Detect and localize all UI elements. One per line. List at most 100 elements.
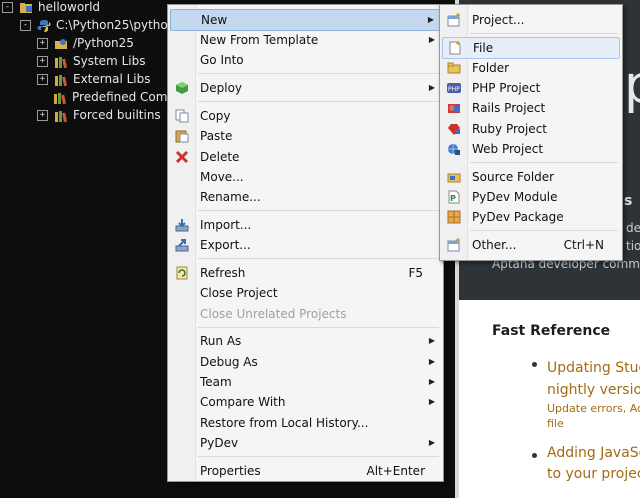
menu-item-pydev[interactable]: PyDev ▶	[170, 433, 441, 453]
submenu-item-ruby-project[interactable]: Ruby Project	[442, 119, 620, 139]
menu-item-team[interactable]: Team ▶	[170, 372, 441, 392]
copy-icon	[175, 109, 189, 123]
menu-item-label: Move...	[200, 170, 244, 184]
folder-icon	[447, 61, 461, 75]
other-wizard-icon	[447, 238, 461, 252]
menu-item-close-project[interactable]: Close Project	[170, 283, 441, 303]
menu-item-paste[interactable]: Paste	[170, 126, 441, 146]
menu-item-label: Ruby Project	[472, 122, 547, 136]
bullet-icon	[532, 453, 537, 458]
menu-item-label: Close Project	[200, 286, 278, 300]
menu-item-compare-with[interactable]: Compare With ▶	[170, 392, 441, 412]
submenu-arrow-icon: ▶	[428, 397, 435, 406]
submenu-arrow-icon: ▶	[428, 377, 435, 386]
welcome-fragment: der	[626, 221, 640, 235]
collapse-icon[interactable]: -	[2, 2, 13, 13]
menu-item-debug-as[interactable]: Debug As ▶	[170, 352, 441, 372]
deploy-icon	[175, 81, 189, 95]
expand-icon[interactable]: +	[37, 38, 48, 49]
new-project-icon	[447, 13, 461, 27]
submenu-item-project[interactable]: Project...	[442, 10, 620, 30]
menu-separator	[470, 230, 618, 231]
submenu-item-folder[interactable]: Folder	[442, 58, 620, 78]
menu-item-restore-local-history[interactable]: Restore from Local History...	[170, 413, 441, 433]
menu-separator	[198, 327, 439, 328]
svg-text:P: P	[450, 194, 456, 203]
tree-item-system-libs[interactable]: + System Libs	[37, 52, 145, 70]
expand-icon[interactable]: +	[37, 74, 48, 85]
tree-item-forced-builtins[interactable]: + Forced builtins	[37, 106, 161, 124]
rails-project-icon	[447, 101, 461, 115]
pydev-package-icon	[447, 210, 461, 224]
menu-item-run-as[interactable]: Run As ▶	[170, 331, 441, 351]
menu-item-shortcut: Alt+Enter	[366, 464, 425, 478]
expand-icon[interactable]: +	[37, 56, 48, 67]
menu-item-import[interactable]: Import...	[170, 215, 441, 235]
menu-item-move[interactable]: Move...	[170, 167, 441, 187]
menu-separator	[470, 162, 618, 163]
link-to-your-project[interactable]: to your projec	[547, 466, 640, 482]
menu-item-properties[interactable]: Properties Alt+Enter	[170, 461, 441, 481]
export-icon	[175, 238, 189, 252]
submenu-item-pydev-package[interactable]: PyDev Package	[442, 207, 620, 227]
expand-icon[interactable]: +	[37, 110, 48, 121]
link-nightly-version[interactable]: nightly version	[547, 382, 640, 398]
menu-item-label: Team	[200, 375, 232, 389]
menu-item-go-into[interactable]: Go Into	[170, 50, 441, 70]
welcome-big-letter: p	[624, 55, 640, 115]
menu-item-refresh[interactable]: Refresh F5	[170, 263, 441, 283]
menu-item-label: Run As	[200, 334, 242, 348]
tree-item-predefined-completions[interactable]: Predefined Compl	[53, 88, 178, 106]
tree-item-label: Forced builtins	[73, 108, 161, 122]
menu-item-new-from-template[interactable]: New From Template ▶	[170, 30, 441, 50]
fast-reference-heading: Fast Reference	[492, 323, 611, 339]
menu-item-rename[interactable]: Rename...	[170, 187, 441, 207]
menu-separator	[198, 258, 439, 259]
menu-item-label: Web Project	[472, 142, 544, 156]
link-adding-javascript[interactable]: Adding JavaSc	[547, 445, 640, 461]
menu-item-delete[interactable]: Delete	[170, 147, 441, 167]
submenu-item-other[interactable]: Other... Ctrl+N	[442, 235, 620, 255]
ruby-project-icon	[447, 122, 461, 136]
tree-item-interpreter[interactable]: - C:\Python25\python.e	[20, 16, 187, 34]
submenu-item-file[interactable]: File	[442, 37, 620, 59]
source-folder-icon	[447, 170, 461, 184]
menu-item-label: Source Folder	[472, 170, 555, 184]
menu-item-label: Other...	[472, 238, 517, 252]
library-icon	[54, 55, 68, 69]
menu-item-export[interactable]: Export...	[170, 235, 441, 255]
menu-item-deploy[interactable]: Deploy ▶	[170, 78, 441, 98]
menu-separator	[198, 73, 439, 74]
tree-item-label: External Libs	[73, 72, 151, 86]
menu-item-label: Debug As	[200, 355, 258, 369]
menu-item-label: New From Template	[200, 33, 319, 47]
submenu-item-web-project[interactable]: Web Project	[442, 139, 620, 159]
file-icon	[448, 41, 462, 55]
tree-item-helloworld[interactable]: - helloworld	[2, 0, 100, 16]
menu-item-copy[interactable]: Copy	[170, 106, 441, 126]
context-menu: New ▶ New From Template ▶ Go Into Deploy…	[167, 4, 444, 482]
submenu-item-php-project[interactable]: PHP PHP Project	[442, 78, 620, 98]
menu-item-label: Delete	[200, 150, 240, 164]
submenu-item-source-folder[interactable]: Source Folder	[442, 167, 620, 187]
menu-item-label: Folder	[472, 61, 510, 75]
menu-item-new[interactable]: New ▶	[170, 9, 441, 31]
project-folder-icon	[19, 1, 33, 15]
welcome-fragment: tio	[626, 239, 640, 253]
submenu-item-rails-project[interactable]: Rails Project	[442, 98, 620, 118]
library-icon	[54, 109, 68, 123]
menu-item-label: New	[201, 13, 228, 27]
submenu-item-pydev-module[interactable]: P PyDev Module	[442, 187, 620, 207]
submenu-arrow-icon: ▶	[428, 336, 435, 345]
tree-item-python25[interactable]: + /Python25	[37, 34, 134, 52]
collapse-icon[interactable]: -	[20, 20, 31, 31]
tree-item-external-libs[interactable]: + External Libs	[37, 70, 151, 88]
delete-icon	[175, 150, 189, 164]
link-updating-studio[interactable]: Updating Stud	[547, 360, 640, 376]
submenu-arrow-icon: ▶	[427, 15, 434, 24]
menu-item-shortcut: F5	[408, 266, 423, 280]
menu-item-label: File	[473, 41, 494, 55]
tree-item-label: helloworld	[38, 0, 101, 14]
import-icon	[175, 218, 189, 232]
menu-item-label: PyDev	[200, 436, 239, 450]
